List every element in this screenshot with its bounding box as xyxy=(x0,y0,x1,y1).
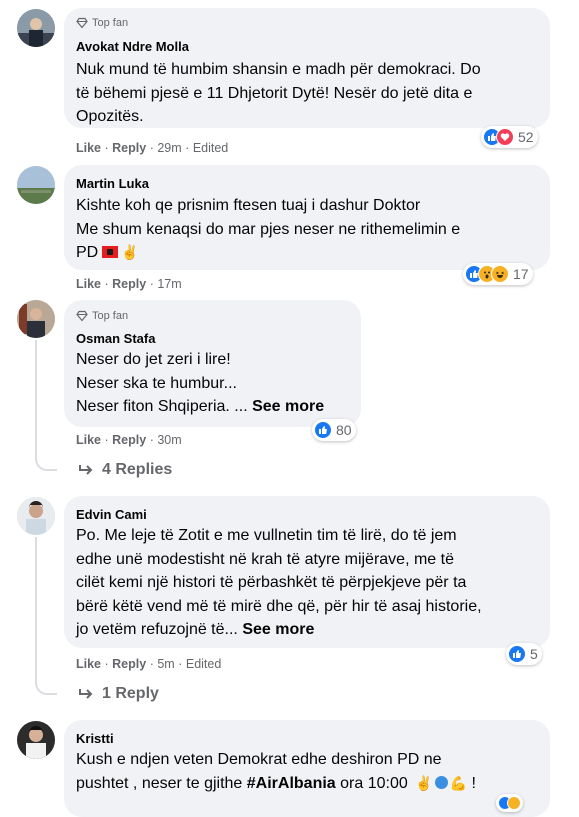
text-line: jo vetëm refuzojnë të... xyxy=(76,621,238,638)
view-replies-link[interactable]: 1 Reply xyxy=(78,685,159,703)
replies-count[interactable]: 4 Replies xyxy=(102,461,172,479)
separator: · xyxy=(104,433,109,447)
text-line: edhe unë modestisht në krah të atyre mij… xyxy=(76,550,454,568)
thread-connector xyxy=(35,455,57,471)
text-line: Neser do jet zeri i lire! xyxy=(76,351,231,368)
separator: · xyxy=(178,657,183,671)
comment-author[interactable]: Martin Luka xyxy=(76,176,149,191)
comment-actions: Like · Reply · 29m · Edited xyxy=(76,141,228,155)
reply-button[interactable]: Reply xyxy=(112,277,146,291)
text-line: PD xyxy=(76,244,99,261)
avatar[interactable] xyxy=(17,497,55,535)
blue-circle-icon xyxy=(434,775,448,789)
victory-hand-icon: ✌ xyxy=(121,244,139,260)
timestamp[interactable]: 30m xyxy=(157,433,181,447)
albania-flag-icon xyxy=(102,246,119,258)
avatar[interactable] xyxy=(17,721,55,759)
timestamp[interactable]: 29m xyxy=(157,141,181,155)
text-line: ! xyxy=(471,774,476,792)
view-replies-link[interactable]: 4 Replies xyxy=(78,461,172,479)
text-line: Neser ska te humbur... xyxy=(76,374,237,392)
text-line: Nuk mund të humbim shansin e madh për de… xyxy=(76,61,481,78)
avatar[interactable] xyxy=(17,9,55,47)
edited-label: Edited xyxy=(192,141,229,155)
comment-author[interactable]: Osman Stafa xyxy=(76,331,155,346)
thread-line xyxy=(35,537,37,680)
text-line: bërë këtë vend më të mirë dhe që, për hi… xyxy=(76,597,482,615)
comment-text: Kishte koh qe prisnim ftesen tuaj i dash… xyxy=(76,194,460,265)
comment-text: Nuk mund të humbim shansin e madh për de… xyxy=(76,58,481,129)
separator: · xyxy=(149,141,154,155)
text-line: të bëhemi pjesë e 11 Dhjetorit Dytë! Nes… xyxy=(76,84,473,102)
separator: · xyxy=(104,657,109,671)
diamond-icon xyxy=(76,17,88,29)
like-button[interactable]: Like xyxy=(76,433,101,447)
see-more-link[interactable]: See more xyxy=(242,621,314,638)
reaction-summary[interactable]: 17 xyxy=(463,263,533,285)
separator: · xyxy=(104,277,109,291)
separator: · xyxy=(104,141,109,155)
comment-actions: Like · Reply · 30m xyxy=(76,433,182,447)
text-line: ora 10:00 xyxy=(340,774,408,792)
top-fan-badge: Top fan xyxy=(76,310,128,322)
top-fan-badge: Top fan xyxy=(76,17,128,29)
text-line: Kishte koh qe prisnim ftesen tuaj i dash… xyxy=(76,197,421,214)
like-icon xyxy=(314,421,332,439)
avatar[interactable] xyxy=(17,166,55,204)
text-line: Po. Me leje të Zotit e me vullnetin tim … xyxy=(76,527,457,544)
reply-button[interactable]: Reply xyxy=(112,657,146,671)
reply-arrow-icon xyxy=(79,689,93,699)
comment-text: Neser do jet zeri i lire! Neser ska te h… xyxy=(76,348,324,419)
comment-text: Po. Me leje të Zotit e me vullnetin tim … xyxy=(76,524,482,642)
separator: · xyxy=(149,433,154,447)
like-button[interactable]: Like xyxy=(76,277,101,291)
reaction-summary[interactable]: 80 xyxy=(312,419,356,441)
thread-line xyxy=(35,340,37,456)
badge-label: Top fan xyxy=(92,17,129,29)
text-line: Opozitës. xyxy=(76,108,144,125)
comment-author[interactable]: Avokat Ndre Molla xyxy=(76,39,189,54)
text-line: Kush e ndjen veten Demokrat edhe deshiro… xyxy=(76,751,442,768)
haha-icon xyxy=(491,265,509,283)
comment-author[interactable]: Kristti xyxy=(76,731,114,746)
timestamp[interactable]: 17m xyxy=(157,277,181,291)
reaction-summary[interactable] xyxy=(496,794,523,812)
like-button[interactable]: Like xyxy=(76,657,101,671)
timestamp[interactable]: 5m xyxy=(157,657,174,671)
separator: · xyxy=(185,141,190,155)
see-more-link[interactable]: See more xyxy=(252,398,324,415)
reaction-count: 52 xyxy=(518,129,534,145)
haha-icon xyxy=(507,796,521,810)
comment-actions: Like · Reply · 17m xyxy=(76,277,182,291)
diamond-icon xyxy=(76,310,88,322)
text-line: cilët kemi një histori të përbashkët të … xyxy=(76,574,467,591)
comment-author[interactable]: Edvin Cami xyxy=(76,507,147,522)
reaction-summary[interactable]: 52 xyxy=(481,126,538,148)
reply-button[interactable]: Reply xyxy=(112,433,146,447)
reaction-summary[interactable]: 5 xyxy=(506,643,542,665)
like-icon xyxy=(508,645,526,663)
comment-text: Kush e ndjen veten Demokrat edhe deshiro… xyxy=(76,748,476,795)
separator: · xyxy=(149,277,154,291)
reaction-count: 17 xyxy=(513,266,529,282)
text-line: Neser fiton Shqiperia. ... xyxy=(76,398,248,415)
comment-actions: Like · Reply · 5m · Edited xyxy=(76,657,221,671)
thread-connector xyxy=(35,679,57,695)
like-button[interactable]: Like xyxy=(76,141,101,155)
badge-label: Top fan xyxy=(92,310,129,322)
replies-count[interactable]: 1 Reply xyxy=(102,685,159,703)
hashtag-link[interactable]: #AirAlbania xyxy=(247,775,336,792)
edited-label: Edited xyxy=(185,657,222,671)
separator: · xyxy=(149,657,154,671)
reply-arrow-icon xyxy=(79,465,93,475)
avatar[interactable] xyxy=(17,300,55,338)
reaction-count: 5 xyxy=(530,646,538,662)
text-line: Me shum kenaqsi do mar pjes neser ne rit… xyxy=(76,220,461,238)
victory-hand-icon: ✌ xyxy=(415,774,433,791)
love-icon xyxy=(496,128,514,146)
muscle-icon: 💪 xyxy=(449,774,468,791)
reply-button[interactable]: Reply xyxy=(112,141,146,155)
reaction-count: 80 xyxy=(336,422,352,438)
text-line: pushtet , neser te gjithe xyxy=(76,774,243,792)
